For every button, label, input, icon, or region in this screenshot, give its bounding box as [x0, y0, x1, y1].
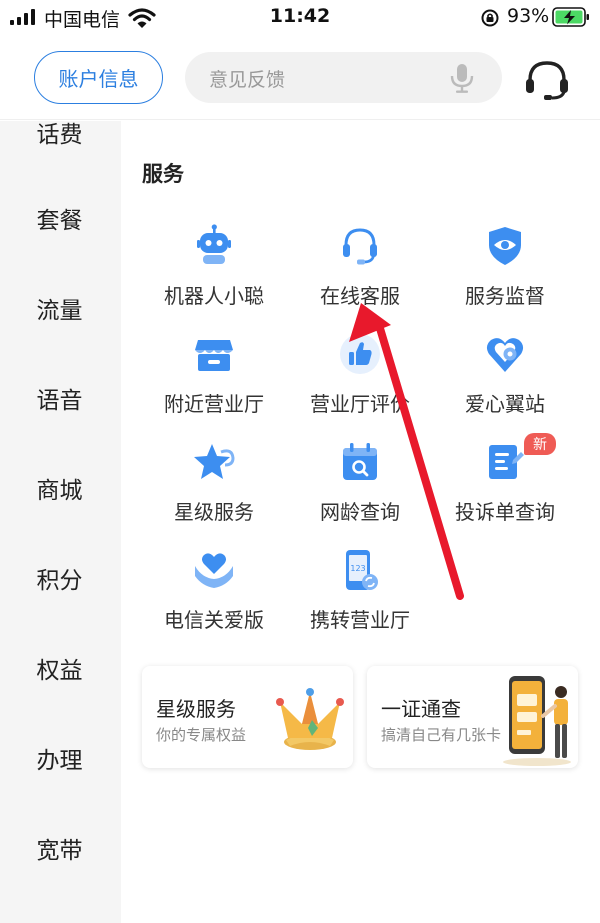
service-label: 爱心翼站 — [465, 392, 545, 416]
category-sidebar: 话费 套餐 流量 语音 商城 积分 权益 办理 宽带 — [0, 121, 121, 923]
sidebar-item-liuliang[interactable]: 流量 — [0, 291, 121, 325]
promo-card-id-check[interactable]: 一证通查 搞清自己有几张卡 — [367, 666, 578, 768]
service-hall-rating[interactable]: 营业厅评价 — [287, 332, 433, 432]
service-online-support[interactable]: 在线客服 — [287, 224, 433, 324]
service-label: 服务监督 — [465, 284, 545, 308]
service-label: 附近营业厅 — [164, 392, 264, 416]
sidebar-item-quanyi[interactable]: 权益 — [0, 651, 121, 685]
service-label: 星级服务 — [174, 500, 254, 524]
heart-hands-icon — [195, 553, 233, 588]
service-supervision[interactable]: 服务监督 — [432, 224, 578, 324]
service-robot[interactable]: 机器人小聪 — [141, 224, 287, 324]
customer-service-icon[interactable] — [522, 58, 572, 102]
service-label: 携转营业厅 — [310, 608, 410, 632]
sidebar-item-banli[interactable]: 办理 — [0, 741, 121, 775]
service-care-edition[interactable]: 电信关爱版 — [141, 548, 287, 648]
service-complaint-query[interactable]: 新 投诉单查询 — [432, 433, 578, 540]
service-nearby-hall[interactable]: 附近营业厅 — [141, 332, 287, 432]
sidebar-item-shangcheng[interactable]: 商城 — [0, 471, 121, 505]
thumbs-up-icon — [340, 334, 380, 374]
phone-transfer-icon: 123 — [346, 550, 378, 590]
rotation-lock-icon — [481, 9, 499, 27]
headset-icon — [343, 228, 377, 265]
sidebar-item-taocan[interactable]: 套餐 — [0, 201, 121, 235]
sidebar-item-kuandai[interactable]: 宽带 — [0, 831, 121, 865]
service-porting-hall[interactable]: 123 携转营业厅 — [287, 548, 433, 648]
battery-charging-icon — [552, 7, 589, 27]
document-icon — [489, 445, 524, 479]
promo-title: 一证通查 — [381, 697, 461, 721]
services-section-title: 服务 — [142, 162, 184, 186]
promo-card-star-service[interactable]: 星级服务 你的专属权益 — [142, 666, 353, 768]
microphone-icon[interactable] — [449, 63, 475, 93]
service-love-station[interactable]: 爱心翼站 — [432, 332, 578, 432]
sidebar-item-huafei[interactable]: 话费 — [0, 121, 121, 149]
calendar-search-icon — [343, 443, 377, 480]
storefront-icon — [195, 340, 233, 371]
promo-subtitle: 你的专属权益 — [156, 726, 247, 744]
status-bar: 中国电信 11:42 93% — [0, 0, 600, 36]
top-header: 账户信息 意见反馈 — [0, 38, 600, 120]
service-label: 电信关爱版 — [164, 608, 264, 632]
service-label: 在线客服 — [320, 284, 400, 308]
service-label: 网龄查询 — [320, 500, 400, 524]
service-label: 营业厅评价 — [310, 392, 410, 416]
search-placeholder: 意见反馈 — [209, 69, 286, 91]
service-label: 投诉单查询 — [455, 500, 555, 524]
sidebar-item-jifen[interactable]: 积分 — [0, 561, 121, 595]
account-info-button[interactable]: 账户信息 — [34, 51, 163, 104]
heart-pin-icon — [486, 338, 524, 372]
svg-text:123: 123 — [350, 564, 365, 573]
new-badge: 新 — [524, 433, 556, 455]
jester-hat-trophy-illustration — [276, 688, 344, 750]
service-star-service[interactable]: 星级服务 — [141, 440, 287, 540]
promo-title: 星级服务 — [156, 697, 236, 721]
sidebar-item-yuyin[interactable]: 语音 — [0, 381, 121, 415]
service-label: 机器人小聪 — [164, 284, 264, 308]
battery-percent: 93% — [507, 5, 550, 27]
star-icon — [194, 444, 235, 479]
promo-subtitle: 搞清自己有几张卡 — [381, 726, 502, 744]
phone-person-illustration — [503, 676, 571, 766]
robot-icon — [197, 224, 231, 264]
service-network-age[interactable]: 网龄查询 — [287, 440, 433, 540]
shield-eye-icon — [489, 227, 521, 265]
search-input[interactable]: 意见反馈 — [185, 52, 502, 103]
